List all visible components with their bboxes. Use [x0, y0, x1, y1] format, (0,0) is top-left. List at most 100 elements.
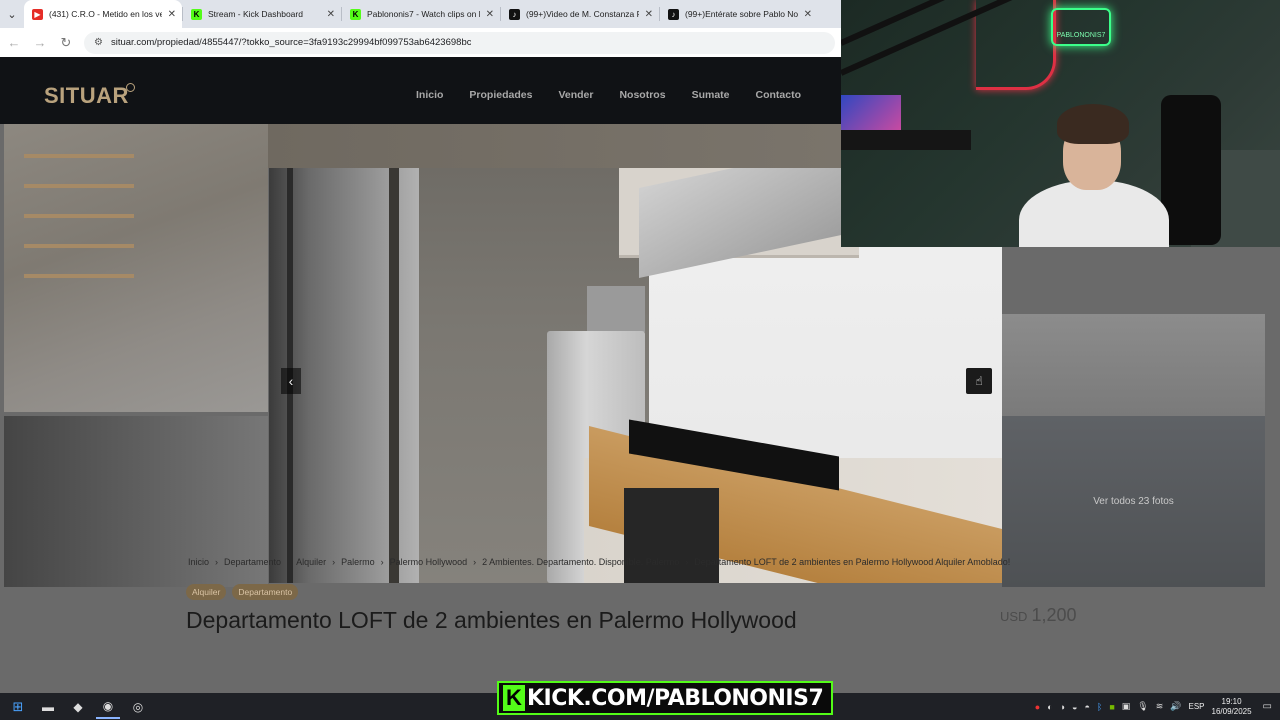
breadcrumb-item[interactable]: Palermo Hollywood [390, 557, 468, 567]
see-all-photos-label[interactable]: Ver todos 23 fotos [1093, 496, 1174, 507]
tab-close-icon[interactable]: ✕ [804, 9, 812, 20]
tray-record-icon[interactable]: ● [1035, 702, 1040, 712]
breadcrumb-chevron-icon: › [473, 557, 477, 567]
breadcrumb-chevron-icon: › [332, 557, 336, 567]
webcam-person-shirt [1019, 180, 1169, 247]
file-explorer-icon[interactable]: ▬ [36, 695, 60, 719]
nav-item-propiedades[interactable]: Propiedades [469, 89, 532, 101]
property-title: Departamento LOFT de 2 ambientes en Pale… [186, 607, 797, 633]
tab-title: Stream - Kick Dashboard [208, 9, 303, 19]
browser-tab[interactable]: ♪ (99+)Entérate sobre Pablo Non ✕ [660, 0, 818, 28]
stair-step [24, 274, 134, 278]
tag-alquiler[interactable]: Alquiler [186, 584, 227, 600]
url-text[interactable]: situar.com/propiedad/4855447/?tokko_sour… [111, 37, 472, 48]
tray-app-icon[interactable]: ◑ [1060, 702, 1065, 712]
tab-title: Pablononis7 - Watch clips on K [367, 9, 480, 19]
back-arrow-icon[interactable]: ← [6, 35, 22, 50]
system-tray: ● ◐ ◑ ◒ ◓ ᛒ ■ ▣ 🎙 ≋ 🔊 ESP 19:10 16/09/20… [1035, 693, 1272, 720]
breadcrumb-item[interactable]: Alquiler [296, 557, 326, 567]
logo-mark-icon [126, 83, 135, 92]
obs-icon[interactable]: ◎ [126, 695, 150, 719]
tray-nvidia-icon[interactable]: ■ [1109, 702, 1114, 712]
browser-tab[interactable]: ♪ (99+)Video de M. Constanza R ✕ [501, 0, 659, 28]
breadcrumb-item[interactable]: 2 Ambientes. Departamento. Disponible. P… [482, 557, 679, 567]
webcam-monitor [841, 95, 901, 135]
hand-cursor-icon: ☝ [975, 374, 983, 388]
browser-toolbar: ← → ↻ ⚙ situar.com/propiedad/4855447/?to… [0, 28, 841, 57]
kick-overlay-banner: K KICK.COM/PABLONONIS7 [497, 681, 834, 715]
tray-language[interactable]: ESP [1188, 702, 1204, 711]
lightbox-next-button[interactable]: ☝ [966, 368, 992, 394]
webcam-neon-sign-text: PABLONONIS7 [1056, 32, 1106, 39]
notification-icon[interactable]: ▭ [1263, 701, 1272, 712]
tab-close-icon[interactable]: ✕ [486, 9, 494, 20]
tab-title: (431) C.R.O - Metido en los ver [49, 9, 162, 19]
tray-clock[interactable]: 19:10 16/09/2025 [1212, 697, 1252, 717]
nav-item-contacto[interactable]: Contacto [756, 89, 802, 101]
app-icon[interactable]: ◆ [66, 695, 90, 719]
tab-close-icon[interactable]: ✕ [645, 9, 653, 20]
breadcrumb: Inicio › Departamento › Alquiler › Palermo › Pal… [188, 557, 1010, 567]
kick-channel-text: KICK.COM/PABLONONIS7 [527, 685, 824, 711]
tray-app-icon[interactable]: ▣ [1122, 701, 1131, 712]
screen: ⌄ ▶ (431) C.R.O - Metido en los ver ✕ K Stre… [0, 0, 1280, 720]
webcam-person-hair [1057, 104, 1129, 144]
browser-tab-strip: ⌄ ▶ (431) C.R.O - Metido en los ver ✕ K Stre… [0, 0, 841, 28]
tray-app-icon[interactable]: ◓ [1084, 702, 1089, 712]
kick-favicon-icon: K [350, 8, 361, 20]
address-bar[interactable]: ⚙ situar.com/propiedad/4855447/?tokko_so… [84, 31, 835, 54]
tag-departamento[interactable]: Departamento [232, 584, 299, 600]
stair-step [24, 214, 134, 218]
tab-search-chevron-icon[interactable]: ⌄ [0, 0, 24, 28]
stair-step [24, 184, 134, 188]
site-info-icon[interactable]: ⚙ [94, 37, 103, 48]
breadcrumb-item: Departamento LOFT de 2 ambientes en Pale… [694, 557, 1011, 567]
clock-time: 19:10 [1221, 696, 1242, 706]
photo-oven [624, 488, 719, 583]
photo-microwave [587, 286, 645, 332]
tray-volume-icon[interactable]: 🔊 [1170, 701, 1181, 712]
tray-app-icon[interactable]: ◐ [1047, 702, 1052, 712]
windows-start-icon[interactable]: ⊞ [6, 695, 30, 719]
gallery-thumb-top[interactable] [268, 124, 841, 168]
gallery-thumb-living[interactable] [4, 124, 268, 412]
breadcrumb-chevron-icon: › [215, 557, 219, 567]
webcam-neon-sign: PABLONONIS7 [1051, 8, 1111, 46]
webcam-neon-red [976, 0, 1056, 90]
webcam-overlay: PABLONONIS7 [841, 0, 1280, 247]
nav-item-sumate[interactable]: Sumate [692, 89, 730, 101]
tray-bluetooth-icon[interactable]: ᛒ [1097, 702, 1102, 712]
breadcrumb-item[interactable]: Inicio [188, 557, 209, 567]
lightbox-prev-button[interactable]: ‹ [281, 368, 301, 394]
tab-close-icon[interactable]: ✕ [168, 9, 176, 20]
tiktok-favicon-icon: ♪ [509, 8, 520, 20]
site-header: SITUAR Inicio Propiedades Vender Nosotros Su… [0, 57, 841, 124]
browser-tab[interactable]: ▶ (431) C.R.O - Metido en los ver ✕ [24, 0, 182, 28]
reload-icon[interactable]: ↻ [58, 35, 74, 51]
tab-close-icon[interactable]: ✕ [327, 9, 335, 20]
see-all-photos[interactable]: Ver todos 23 fotos [1002, 416, 1265, 587]
tray-wifi-icon[interactable]: ≋ [1156, 701, 1164, 712]
tab-title: (99+)Video de M. Constanza R [526, 9, 639, 19]
nav-item-nosotros[interactable]: Nosotros [619, 89, 665, 101]
price-currency: USD [1000, 609, 1028, 624]
clock-date: 16/09/2025 [1211, 706, 1252, 716]
photo-door-frame [389, 168, 399, 583]
breadcrumb-item[interactable]: Departamento [224, 557, 281, 567]
tray-app-icon[interactable]: ◒ [1072, 702, 1077, 712]
stair-step [24, 244, 134, 248]
situar-logo[interactable]: SITUAR [44, 83, 129, 109]
chrome-icon[interactable]: ◉ [96, 695, 120, 719]
forward-arrow-icon[interactable]: → [32, 35, 48, 50]
breadcrumb-item[interactable]: Palermo [341, 557, 375, 567]
tray-mic-icon[interactable]: 🎙 [1137, 701, 1148, 712]
nav-item-vender[interactable]: Vender [558, 89, 593, 101]
nav-item-inicio[interactable]: Inicio [416, 89, 443, 101]
browser-tab[interactable]: K Pablononis7 - Watch clips on K ✕ [342, 0, 500, 28]
breadcrumb-chevron-icon: › [685, 557, 689, 567]
tab-title: (99+)Entérate sobre Pablo Non [685, 9, 798, 19]
webcam-chair [1161, 95, 1221, 245]
browser-tab[interactable]: K Stream - Kick Dashboard ✕ [183, 0, 341, 28]
property-tags: Alquiler Departamento [186, 584, 299, 600]
tabs: ▶ (431) C.R.O - Metido en los ver ✕ K Stream… [24, 0, 818, 28]
